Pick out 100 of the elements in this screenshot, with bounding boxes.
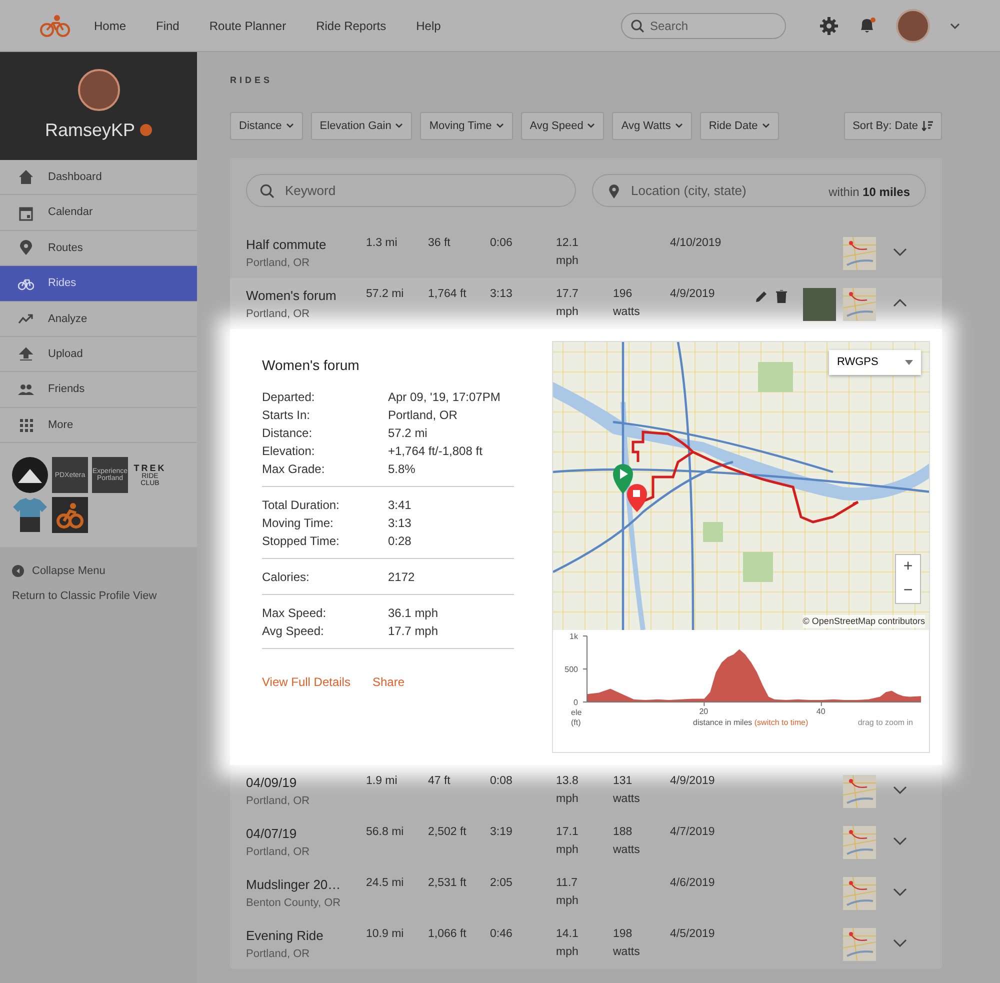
ride-time: 3:19 xyxy=(490,825,514,840)
axis-tick-label: 20 xyxy=(699,706,708,718)
ride-location: Portland, OR xyxy=(246,794,311,808)
map-thumbnail[interactable] xyxy=(843,775,876,808)
ride-distance: 57.2 mi xyxy=(366,287,405,302)
filter-dropdown[interactable]: Ride Date xyxy=(700,112,779,140)
switch-to-time-link[interactable]: (switch to time) xyxy=(754,718,808,727)
avatar[interactable] xyxy=(896,8,930,42)
search-icon xyxy=(631,19,644,32)
axis-title: ele (ft) xyxy=(571,708,583,728)
ride-time: 0:06 xyxy=(490,236,514,251)
sidebar-item[interactable]: Rides xyxy=(0,266,197,302)
stat-label: Elevation: xyxy=(262,443,316,460)
ride-speed: 13.8 mph xyxy=(556,774,580,807)
chart-hint: drag to zoom in xyxy=(858,717,913,729)
stat-label: Total Duration: xyxy=(262,497,340,514)
ride-watts: 196 watts xyxy=(613,287,641,320)
ride-name[interactable]: 04/09/19 xyxy=(246,773,366,792)
collapse-menu-link[interactable]: Collapse Menu xyxy=(12,563,185,580)
filter-dropdown[interactable]: Avg Watts xyxy=(612,112,692,140)
ride-speed: 12.1 mph xyxy=(556,236,580,269)
ride-elevation: 1,066 ft xyxy=(428,927,468,942)
ride-location: Portland, OR xyxy=(246,844,311,860)
nav-link[interactable]: Route Planner xyxy=(209,16,286,34)
grid-icon xyxy=(18,416,34,433)
filter-dropdown[interactable]: Distance xyxy=(230,112,303,140)
sidebar-item[interactable]: Calendar xyxy=(0,195,197,231)
map-thumbnail[interactable] xyxy=(843,928,876,961)
ride-distance: 10.9 mi xyxy=(366,927,405,942)
sidebar-item[interactable]: More xyxy=(0,408,197,444)
caret-icon xyxy=(905,360,913,365)
classic-profile-link[interactable]: Return to Classic Profile View xyxy=(12,588,185,604)
ride-distance: 1.3 mi xyxy=(366,236,398,251)
caret-icon xyxy=(496,123,504,128)
upload-icon xyxy=(18,346,34,362)
sidebar-item[interactable]: Dashboard xyxy=(0,160,197,196)
stat-value: Portland, OR xyxy=(388,407,458,424)
ride-watts: 188 watts xyxy=(613,825,641,858)
club-logo[interactable] xyxy=(12,457,48,494)
chevron-down-icon xyxy=(893,248,907,256)
stat-label: Distance: xyxy=(262,425,314,442)
map-drawing[interactable] xyxy=(553,342,929,630)
home-icon xyxy=(18,169,34,186)
ride-time: 3:13 xyxy=(490,287,514,302)
axis-tick-label: 1k xyxy=(570,631,578,643)
caret-icon xyxy=(286,123,294,128)
ride-name[interactable]: Evening Ride xyxy=(246,926,366,946)
stat-value: 3:41 xyxy=(388,497,412,514)
nav-link[interactable]: Home xyxy=(94,16,126,34)
chevron-down-icon xyxy=(893,938,907,947)
map-thumbnail[interactable] xyxy=(843,826,876,859)
filter-dropdown[interactable]: Avg Speed xyxy=(520,112,604,140)
ride-name[interactable]: Mudslinger 20… xyxy=(246,875,366,894)
axis-tick-label: 40 xyxy=(816,706,826,718)
ride-date: 4/7/2019 xyxy=(670,825,716,840)
ride-distance: 56.8 mi xyxy=(366,825,405,840)
map-thumbnail[interactable] xyxy=(843,237,876,270)
sidebar-item[interactable]: Upload xyxy=(0,336,197,372)
ride-speed: 11.7 mph xyxy=(556,876,580,909)
chevron-down-icon xyxy=(893,836,907,845)
caret-icon xyxy=(762,123,770,128)
ride-elevation: 2,502 ft xyxy=(428,825,468,840)
collapse-icon xyxy=(12,565,24,578)
pencil-icon[interactable] xyxy=(755,290,768,303)
stat-value: 36.1 mph xyxy=(388,605,440,622)
ride-speed: 14.1 mph xyxy=(556,927,580,960)
nav-link[interactable]: Help xyxy=(416,16,441,34)
settings-icon[interactable] xyxy=(820,16,838,34)
ride-date: 4/5/2019 xyxy=(670,927,716,942)
map-layer-dropdown[interactable]: RWGPS xyxy=(829,350,921,375)
stat-label: Starts In: xyxy=(262,407,312,424)
sidebar-item[interactable]: Friends xyxy=(0,372,197,408)
keyword-field[interactable]: Keyword xyxy=(246,174,576,207)
trash-icon[interactable] xyxy=(776,290,787,303)
notification-bell-icon[interactable] xyxy=(858,16,876,34)
map-thumbnail[interactable] xyxy=(843,288,876,321)
nav-link[interactable]: Find xyxy=(156,16,180,34)
axis-title: distance in miles xyxy=(693,718,752,727)
username: RamseyKP xyxy=(44,118,136,142)
stat-value: 2172 xyxy=(388,569,416,586)
ride-name[interactable]: Women's forum xyxy=(246,286,366,306)
detail-link[interactable]: Share xyxy=(372,675,405,689)
stat-label: Calories: xyxy=(262,569,310,586)
ride-time: 2:05 xyxy=(490,876,514,891)
sort-button[interactable]: Sort By: Date xyxy=(844,112,942,140)
stat-value: 57.2 mi xyxy=(388,425,428,442)
filter-dropdown[interactable]: Moving Time xyxy=(420,112,513,140)
ride-name[interactable]: Half commute xyxy=(246,235,366,254)
search-field[interactable]: Search xyxy=(621,12,786,38)
detail-link[interactable]: View Full Details xyxy=(262,675,350,689)
people-icon xyxy=(18,382,34,398)
caret-icon[interactable] xyxy=(950,22,960,28)
ride-location: Portland, OR xyxy=(246,256,311,270)
ride-distance: 1.9 mi xyxy=(366,774,398,789)
club-logo[interactable] xyxy=(12,497,48,534)
map-thumbnail[interactable] xyxy=(843,877,876,910)
nav-link[interactable]: Ride Reports xyxy=(316,16,386,34)
sidebar-item[interactable]: Analyze xyxy=(0,302,197,337)
ride-name[interactable]: 04/07/19 xyxy=(246,824,366,844)
filter-dropdown[interactable]: Elevation Gain xyxy=(310,112,412,140)
